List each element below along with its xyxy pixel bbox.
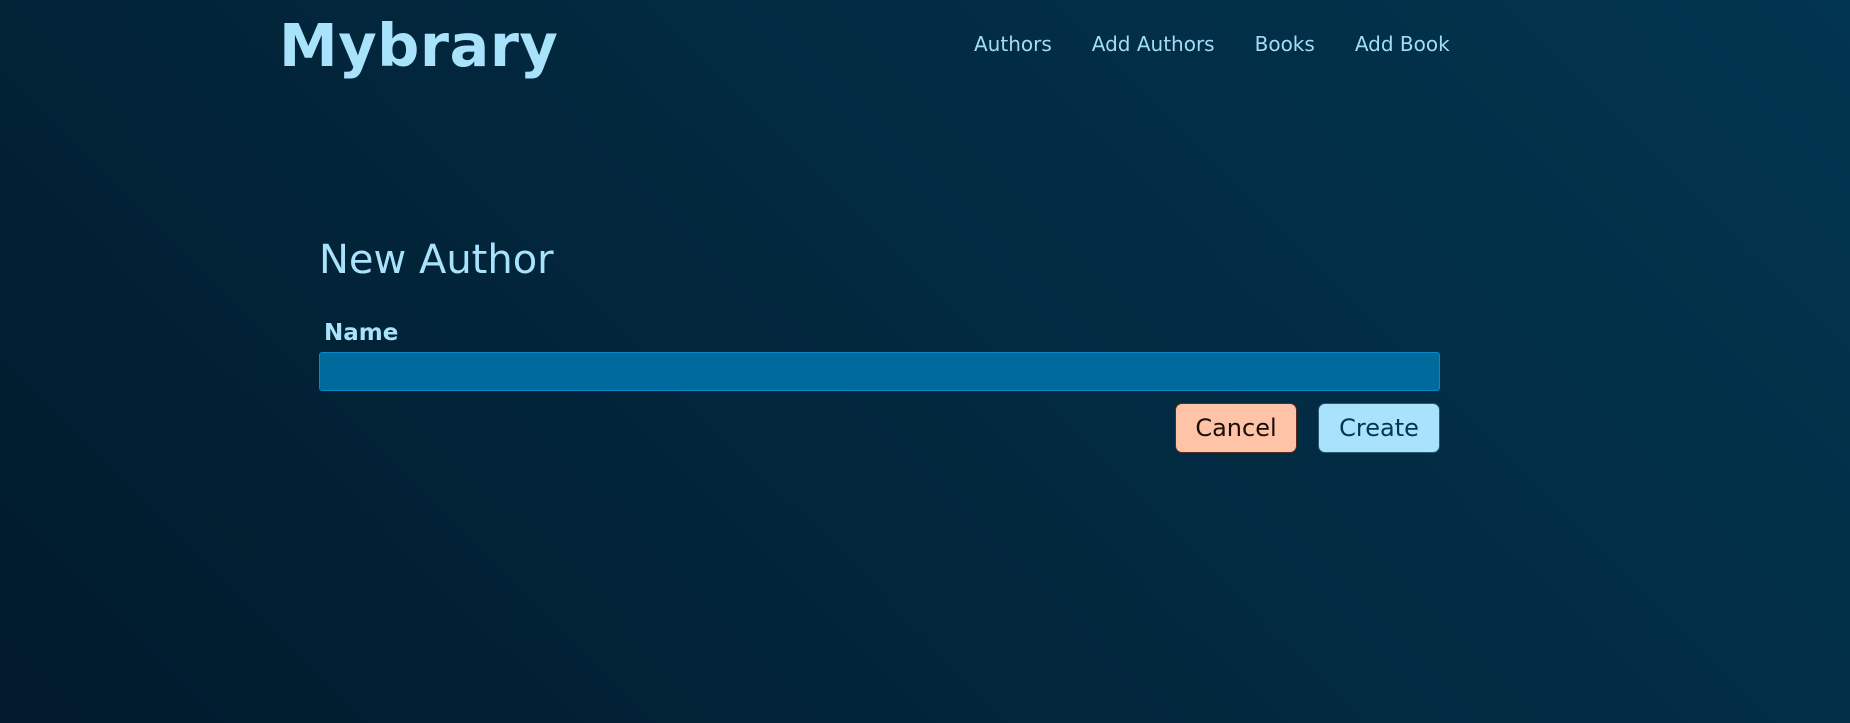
nav-link-add-book[interactable]: Add Book [1355,28,1450,60]
nav-link-add-authors[interactable]: Add Authors [1092,28,1215,60]
nav-link-authors[interactable]: Authors [974,28,1052,60]
nav-link-books[interactable]: Books [1255,28,1315,60]
site-header: Mybrary Authors Add Authors Books Add Bo… [0,0,1850,90]
site-logo[interactable]: Mybrary [279,10,558,82]
name-input[interactable] [319,352,1440,391]
name-field-label: Name [324,320,399,346]
main-nav: Authors Add Authors Books Add Book [974,28,1450,60]
page-title: New Author [319,237,554,283]
create-button[interactable]: Create [1318,403,1440,453]
cancel-button[interactable]: Cancel [1175,403,1297,453]
